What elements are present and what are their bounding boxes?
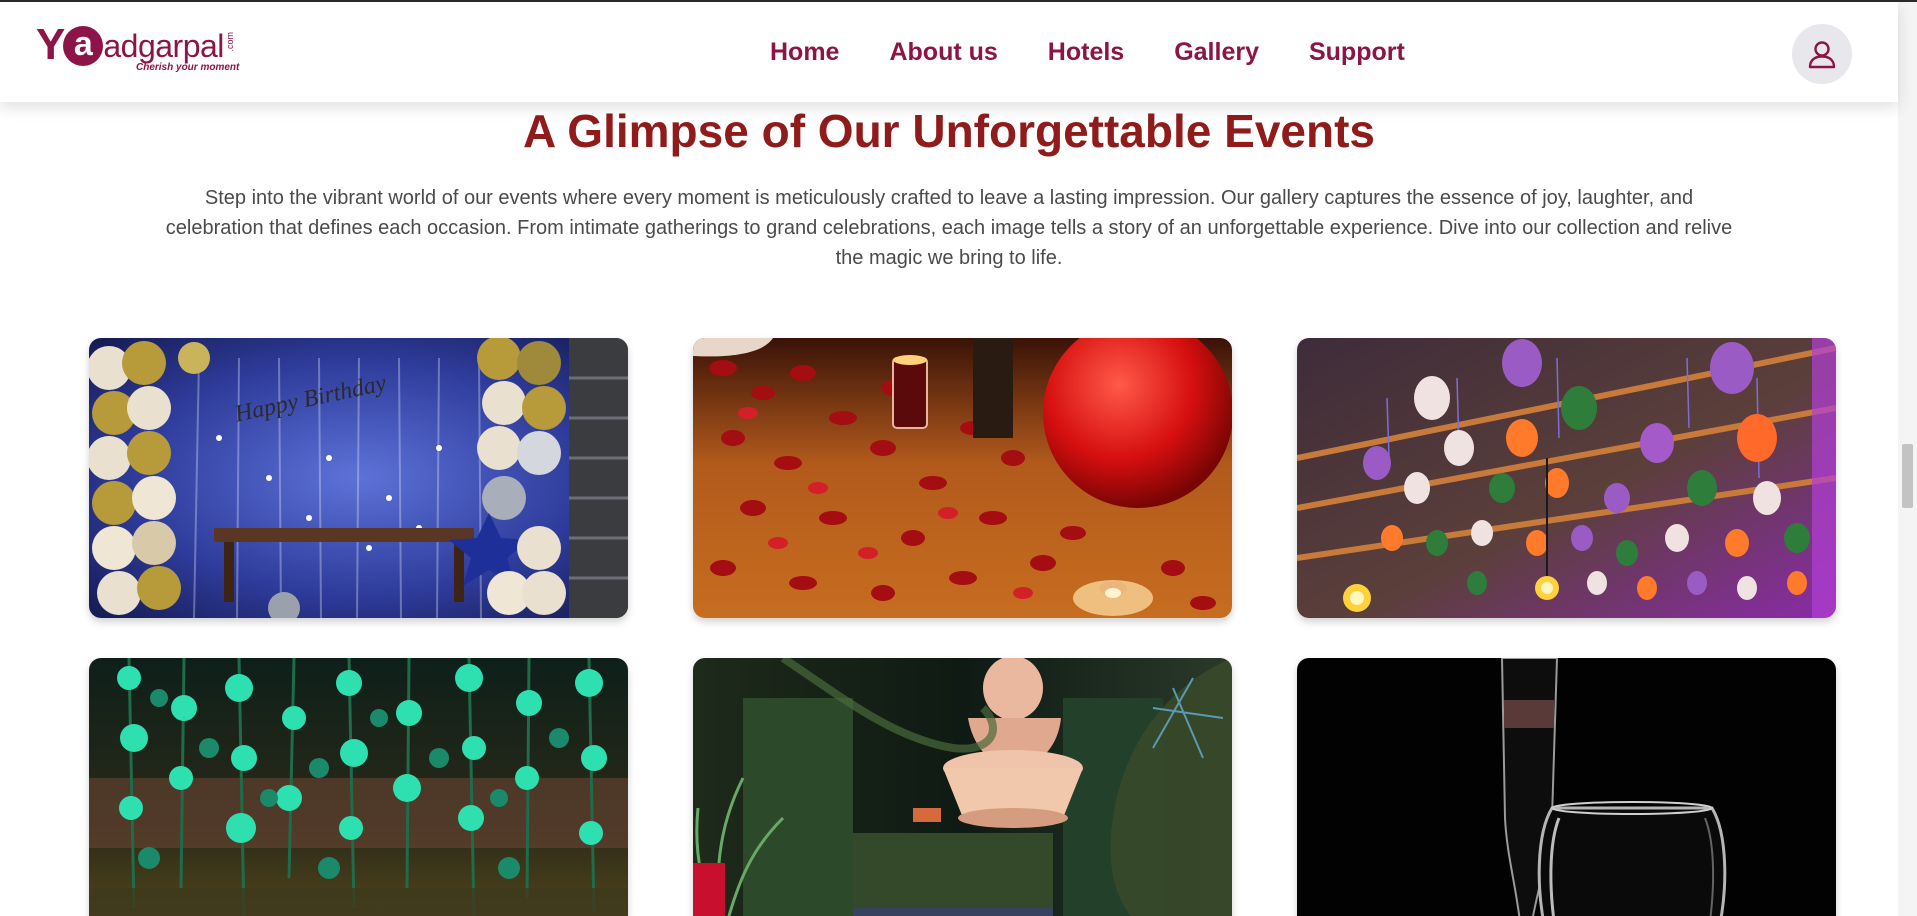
site-header: Y a adgarpal .com Cherish your moment Ho… <box>0 2 1898 102</box>
gallery-photo-birthday[interactable]: Happy Birthday <box>89 338 628 618</box>
ceiling-balloons-photo-image <box>1297 338 1836 618</box>
gallery-photo-champagne[interactable] <box>1297 658 1836 916</box>
brand-logo[interactable]: Y a adgarpal .com Cherish your moment <box>36 22 266 80</box>
nav-support[interactable]: Support <box>1309 38 1405 67</box>
user-icon <box>1808 41 1836 69</box>
birthday-photo-image: Happy Birthday <box>89 338 628 618</box>
profile-button[interactable] <box>1792 24 1852 84</box>
section-title: A Glimpse of Our Unforgettable Events <box>523 105 1375 157</box>
gallery-photo-rose-petals[interactable] <box>693 338 1232 618</box>
rose-petals-photo-image <box>693 338 1232 618</box>
logo-wordmark: adgarpal <box>103 28 224 64</box>
nav-gallery[interactable]: Gallery <box>1174 38 1259 67</box>
nav-hotels[interactable]: Hotels <box>1048 38 1124 67</box>
floral-decor-photo-image <box>89 658 628 916</box>
nav-home[interactable]: Home <box>770 38 839 67</box>
nav-about-us[interactable]: About us <box>889 38 997 67</box>
main-nav: Home About us Hotels Gallery Support <box>770 2 1405 102</box>
gallery-photo-floral-decor[interactable] <box>89 658 628 916</box>
logo-tagline: Cherish your moment <box>136 62 240 73</box>
scrollbar-thumb[interactable] <box>1902 444 1913 508</box>
champagne-photo-image <box>1297 658 1836 916</box>
buddha-garden-photo-image <box>693 658 1232 916</box>
logo-letter-a: a <box>63 26 104 66</box>
page-scrollbar[interactable] <box>1898 2 1917 916</box>
gallery-photo-buddha-garden[interactable] <box>693 658 1232 916</box>
gallery-photo-ceiling-balloons[interactable] <box>1297 338 1836 618</box>
logo-domain: .com <box>224 32 235 52</box>
logo-letter-y: Y <box>36 20 65 69</box>
section-intro: Step into the vibrant world of our event… <box>165 187 1733 269</box>
